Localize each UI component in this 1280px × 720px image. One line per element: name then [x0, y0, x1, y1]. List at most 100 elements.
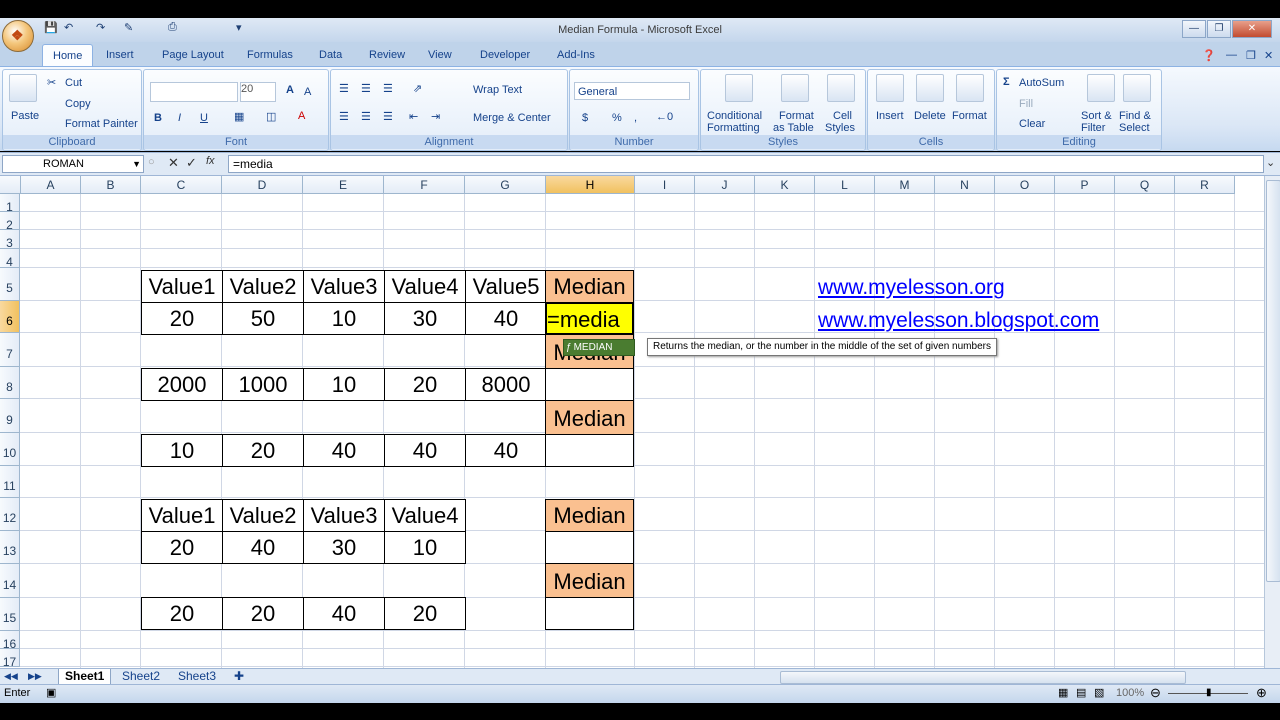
row-header-4[interactable]: 4 [0, 249, 20, 269]
increase-indent-icon[interactable]: ⇥ [431, 110, 440, 123]
table-cell-c10[interactable]: 10 [141, 434, 223, 467]
conditional-formatting-button[interactable]: Conditional [707, 110, 762, 122]
column-header-g[interactable]: G [465, 176, 546, 194]
table-cell-d13[interactable]: 40 [222, 531, 304, 564]
wrap-text-button[interactable]: Wrap Text [473, 84, 522, 96]
table-cell-e5[interactable]: Value3 [303, 270, 385, 303]
row-header-11[interactable]: 11 [0, 466, 20, 498]
table-cell-e6[interactable]: 10 [303, 302, 385, 335]
row-header-17[interactable]: 17 [0, 649, 20, 668]
median-header-h5[interactable]: Median [545, 270, 634, 303]
tab-data[interactable]: Data [319, 49, 342, 61]
row-header-2[interactable]: 2 [0, 212, 20, 232]
font-name-dropdown[interactable] [150, 82, 238, 102]
column-header-a[interactable]: A [21, 176, 81, 194]
shrink-font-icon[interactable]: A [304, 86, 311, 98]
bold-button[interactable]: B [154, 112, 162, 124]
row-header-7[interactable]: 7 [0, 333, 20, 367]
column-header-c[interactable]: C [141, 176, 222, 194]
table-cell-f5[interactable]: Value4 [384, 270, 466, 303]
format-as-table-icon[interactable] [781, 74, 809, 102]
cut-button[interactable]: Cut [65, 77, 82, 89]
row-header-6[interactable]: 6 [0, 301, 20, 333]
row-header-9[interactable]: 9 [0, 399, 20, 433]
ribbon-close-icon[interactable]: ✕ [1264, 49, 1273, 62]
table-cell-h8[interactable] [545, 368, 634, 401]
autocomplete-item[interactable]: ƒ MEDIAN [563, 339, 635, 356]
comma-button[interactable]: , [634, 112, 637, 124]
table-cell-c5[interactable]: Value1 [141, 270, 223, 303]
ribbon-restore-icon[interactable]: ❐ [1246, 49, 1256, 62]
median-header-h14[interactable]: Median [545, 563, 634, 598]
row-header-5[interactable]: 5 [0, 268, 20, 301]
table-cell-h10[interactable] [545, 434, 634, 467]
tab-view[interactable]: View [428, 49, 452, 61]
close-button[interactable]: ✕ [1232, 20, 1272, 38]
table-cell-e8[interactable]: 10 [303, 368, 385, 401]
align-right-icon[interactable]: ☰ [383, 110, 393, 123]
table-cell-d8[interactable]: 1000 [222, 368, 304, 401]
cell-styles-label2[interactable]: Styles [825, 122, 855, 134]
page-layout-view-icon[interactable]: ▤ [1076, 686, 1086, 699]
column-header-e[interactable]: E [303, 176, 384, 194]
tab-formulas[interactable]: Formulas [247, 49, 293, 61]
row-header-10[interactable]: 10 [0, 433, 20, 466]
normal-view-icon[interactable]: ▦ [1058, 686, 1068, 699]
find-select-label2[interactable]: Select [1119, 122, 1150, 134]
vertical-scrollbar[interactable] [1264, 176, 1280, 668]
row-header-1[interactable]: 1 [0, 194, 20, 214]
table-cell-f15[interactable]: 20 [384, 597, 466, 630]
format-as-table-label2[interactable]: as Table [773, 122, 814, 134]
align-center-icon[interactable]: ☰ [361, 110, 371, 123]
table-cell-d15[interactable]: 20 [222, 597, 304, 630]
font-color-icon[interactable]: A [298, 110, 305, 122]
align-top-icon[interactable]: ☰ [339, 82, 349, 95]
column-header-n[interactable]: N [935, 176, 995, 194]
name-box[interactable]: ROMAN ▼ [2, 155, 144, 173]
column-header-b[interactable]: B [81, 176, 141, 194]
underline-button[interactable]: U [200, 112, 208, 124]
cut-icon[interactable]: ✂ [47, 76, 56, 89]
macro-record-icon[interactable]: ▣ [46, 686, 56, 699]
format-painter-button[interactable]: Format Painter [65, 118, 138, 130]
tab-page-layout[interactable]: Page Layout [162, 49, 224, 61]
table-cell-d10[interactable]: 20 [222, 434, 304, 467]
format-cells-icon[interactable] [956, 74, 984, 102]
cell-styles-button[interactable]: Cell [833, 110, 852, 122]
median-header-h12[interactable]: Median [545, 499, 634, 532]
number-format-dropdown[interactable]: General [574, 82, 690, 100]
column-header-j[interactable]: J [695, 176, 755, 194]
conditional-formatting-label2[interactable]: Formatting [707, 122, 760, 134]
tab-add-ins[interactable]: Add-Ins [557, 49, 595, 61]
expand-formula-bar-icon[interactable]: ⌄ [1266, 156, 1275, 169]
column-header-o[interactable]: O [995, 176, 1055, 194]
print-icon[interactable]: ⎙ [168, 21, 177, 34]
column-header-r[interactable]: R [1175, 176, 1235, 194]
table-cell-c8[interactable]: 2000 [141, 368, 223, 401]
next-sheet-icon[interactable]: ▶▶ [26, 669, 44, 684]
column-header-h[interactable]: H [546, 176, 635, 194]
sort-filter-icon[interactable] [1087, 74, 1115, 102]
delete-cells-icon[interactable] [916, 74, 944, 102]
delete-cells-button[interactable]: Delete [914, 110, 946, 122]
row-header-12[interactable]: 12 [0, 498, 20, 531]
row-header-15[interactable]: 15 [0, 598, 20, 631]
table-cell-h13[interactable] [545, 531, 634, 564]
grow-font-icon[interactable]: A [286, 84, 294, 96]
merge-center-button[interactable]: Merge & Center [473, 112, 551, 124]
row-header-14[interactable]: 14 [0, 564, 20, 598]
row-header-8[interactable]: 8 [0, 367, 20, 399]
align-bottom-icon[interactable]: ☰ [383, 82, 393, 95]
table-cell-c13[interactable]: 20 [141, 531, 223, 564]
fill-color-icon[interactable]: ◫ [266, 110, 276, 123]
ribbon-minimize-icon[interactable]: — [1226, 49, 1237, 61]
table-cell-e12[interactable]: Value3 [303, 499, 385, 532]
tab-developer[interactable]: Developer [480, 49, 530, 61]
active-cell-h6[interactable]: =media [545, 302, 634, 335]
autosum-button[interactable]: AutoSum [1019, 77, 1064, 89]
insert-cells-button[interactable]: Insert [876, 110, 904, 122]
table-cell-f12[interactable]: Value4 [384, 499, 466, 532]
format-cells-button[interactable]: Format [952, 110, 987, 122]
increase-decimal-icon[interactable]: ←0 [656, 111, 673, 123]
decrease-indent-icon[interactable]: ⇤ [409, 110, 418, 123]
